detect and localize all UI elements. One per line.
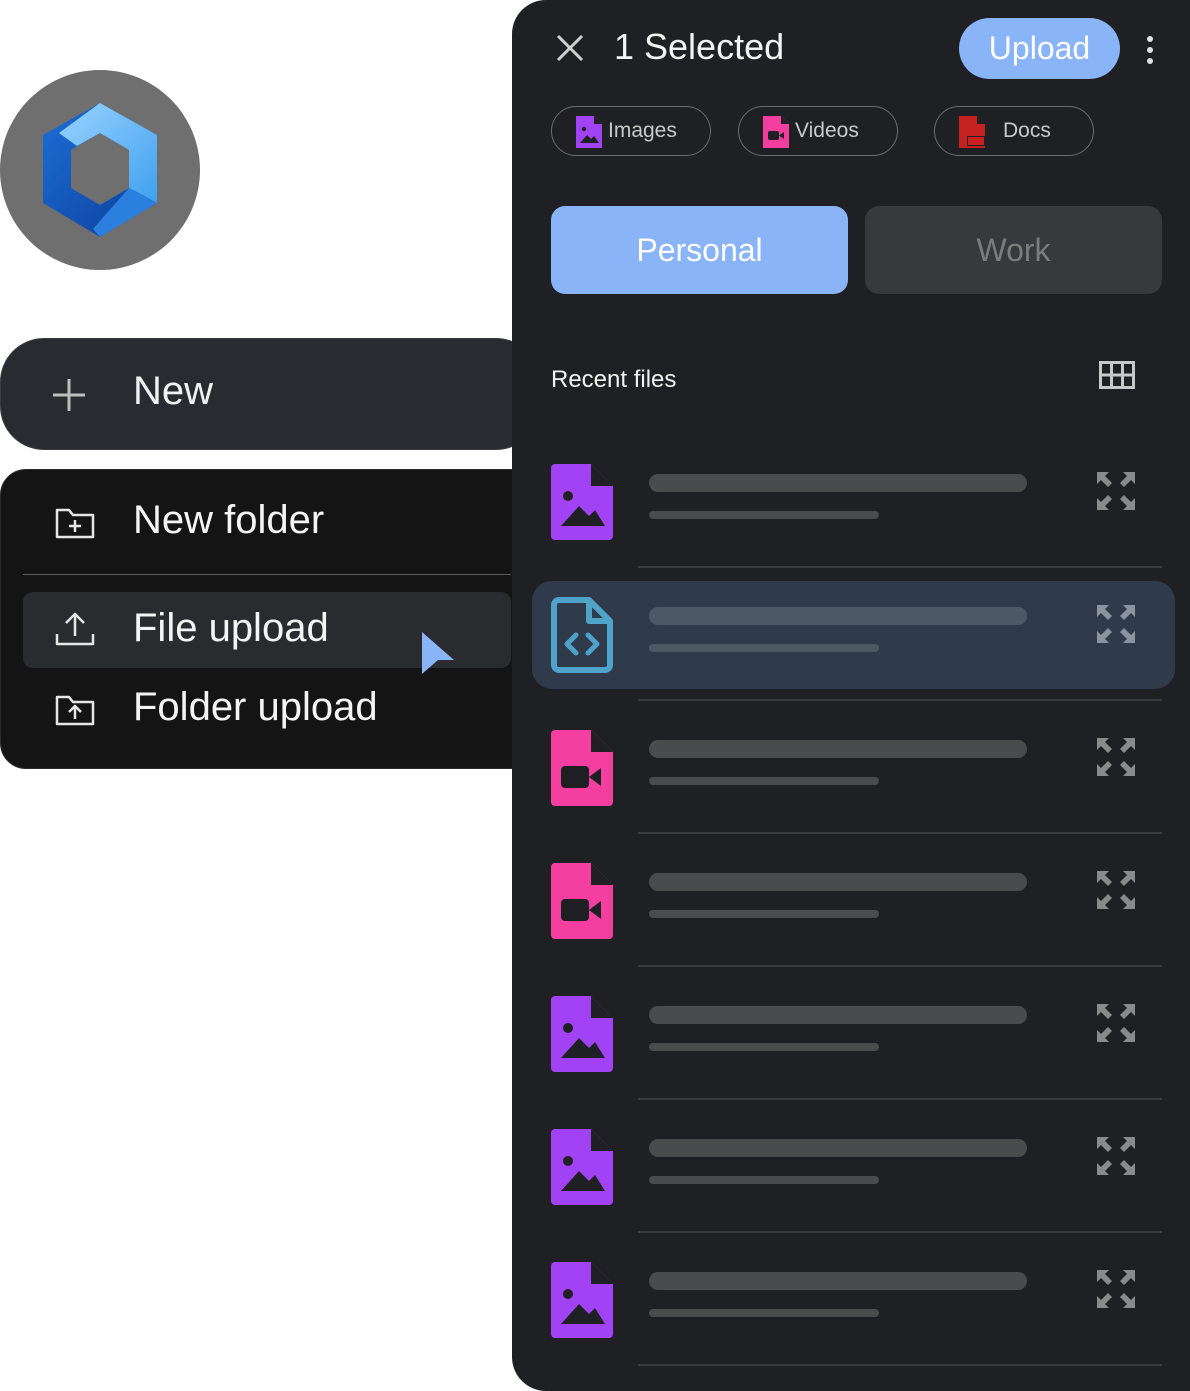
filter-chip-images[interactable]: Images xyxy=(551,106,711,156)
image-file-icon xyxy=(551,996,613,1072)
row-divider xyxy=(638,699,1162,701)
row-divider xyxy=(638,1231,1162,1233)
menu-item-label: Folder upload xyxy=(133,685,378,729)
tab-personal[interactable]: Personal xyxy=(551,206,848,294)
expand-icon[interactable] xyxy=(1095,1002,1137,1044)
row-divider xyxy=(638,1364,1162,1366)
file-name-placeholder xyxy=(649,474,1027,492)
image-file-icon xyxy=(551,1129,613,1205)
folder-plus-icon xyxy=(55,508,95,539)
file-meta-placeholder xyxy=(649,1043,879,1051)
file-row[interactable] xyxy=(532,847,1175,955)
recent-files-heading: Recent files xyxy=(551,366,677,393)
chip-label: Videos xyxy=(795,119,859,142)
more-vert-icon[interactable] xyxy=(1142,30,1158,70)
grid-view-icon[interactable] xyxy=(1099,361,1135,389)
menu-divider xyxy=(23,574,511,575)
new-button-label: New xyxy=(133,369,214,413)
file-meta-placeholder xyxy=(649,1176,879,1184)
code-file-icon xyxy=(551,597,613,673)
image-file-icon xyxy=(551,464,613,540)
video-file-icon xyxy=(551,863,613,939)
menu-item-label: File upload xyxy=(133,606,329,650)
hexagon-logo-icon xyxy=(43,103,157,237)
row-divider xyxy=(638,1098,1162,1100)
folder-upload-icon xyxy=(55,695,95,726)
file-row[interactable] xyxy=(532,980,1175,1088)
upload-icon xyxy=(55,612,95,646)
file-name-placeholder xyxy=(649,1272,1027,1290)
new-menu: New folder File upload Folder upload xyxy=(0,469,540,769)
expand-icon[interactable] xyxy=(1095,1268,1137,1310)
menu-item-label: New folder xyxy=(133,498,325,542)
file-picker-panel: 1 Selected Upload Images Videos Docs Per… xyxy=(512,0,1190,1391)
plus-icon xyxy=(53,379,85,411)
file-name-placeholder xyxy=(649,873,1027,891)
selection-count-title: 1 Selected xyxy=(614,26,785,67)
tab-work[interactable]: Work xyxy=(865,206,1162,294)
video-file-icon xyxy=(763,116,789,148)
chip-label: Images xyxy=(608,119,677,142)
app-logo xyxy=(0,70,200,270)
filter-chip-docs[interactable]: Docs xyxy=(934,106,1094,156)
pdf-file-icon xyxy=(959,116,985,148)
row-divider xyxy=(638,566,1162,568)
expand-icon[interactable] xyxy=(1095,1135,1137,1177)
file-name-placeholder xyxy=(649,607,1027,625)
cursor-pointer-icon xyxy=(422,632,454,674)
expand-icon[interactable] xyxy=(1095,869,1137,911)
file-name-placeholder xyxy=(649,1139,1027,1157)
file-name-placeholder xyxy=(649,1006,1027,1024)
filter-chip-videos[interactable]: Videos xyxy=(738,106,898,156)
menu-item-folder-upload[interactable]: Folder upload xyxy=(23,671,511,747)
file-row[interactable] xyxy=(532,714,1175,822)
row-divider xyxy=(638,965,1162,967)
file-row[interactable] xyxy=(532,581,1175,689)
expand-icon[interactable] xyxy=(1095,470,1137,512)
file-meta-placeholder xyxy=(649,644,879,652)
file-meta-placeholder xyxy=(649,1309,879,1317)
video-file-icon xyxy=(551,730,613,806)
close-icon[interactable] xyxy=(552,30,588,66)
file-meta-placeholder xyxy=(649,777,879,785)
expand-icon[interactable] xyxy=(1095,736,1137,778)
chip-label: Docs xyxy=(1003,119,1051,142)
file-meta-placeholder xyxy=(649,910,879,918)
file-meta-placeholder xyxy=(649,511,879,519)
file-row[interactable] xyxy=(532,1113,1175,1221)
upload-button[interactable]: Upload xyxy=(959,18,1120,79)
new-button[interactable]: New xyxy=(0,338,540,450)
row-divider xyxy=(638,832,1162,834)
file-row[interactable] xyxy=(532,448,1175,556)
image-file-icon xyxy=(576,116,602,148)
menu-item-new-folder[interactable]: New folder xyxy=(23,484,511,560)
file-row[interactable] xyxy=(532,1246,1175,1354)
file-name-placeholder xyxy=(649,740,1027,758)
image-file-icon xyxy=(551,1262,613,1338)
expand-icon[interactable] xyxy=(1095,603,1137,645)
